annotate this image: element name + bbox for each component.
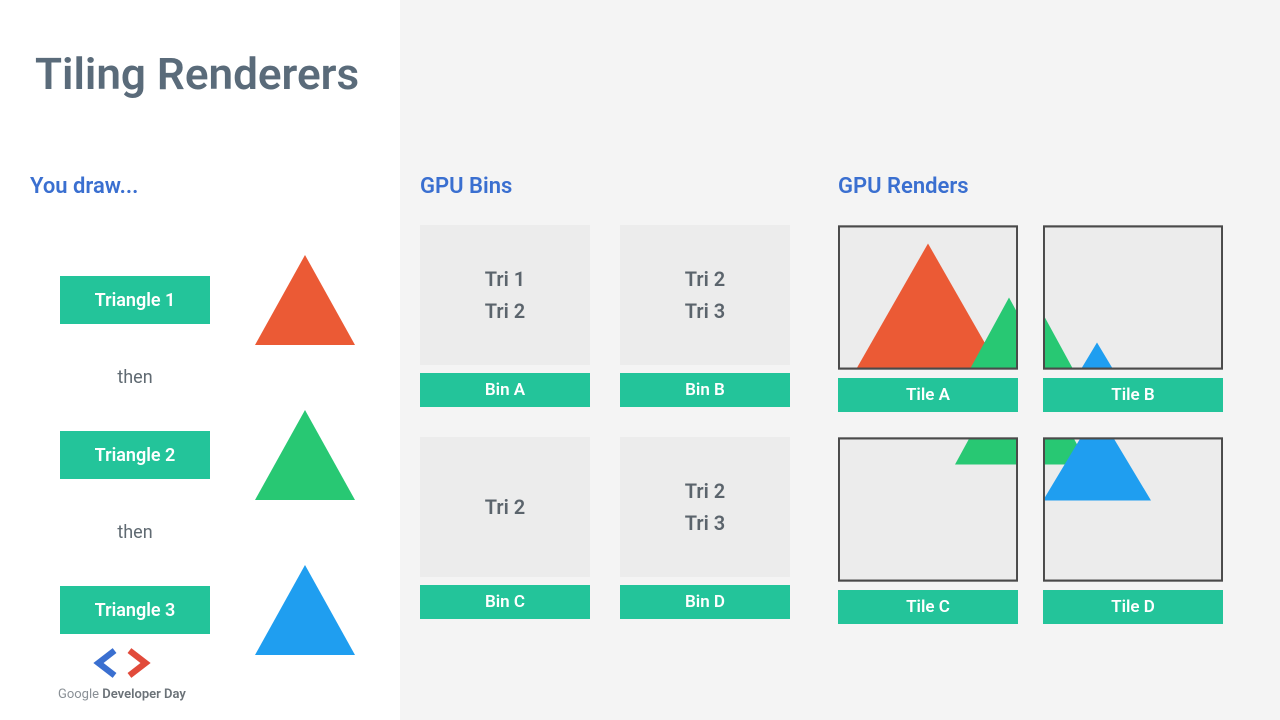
triangle-1-icon	[255, 255, 355, 345]
section-gpu-bins: GPU Bins	[420, 174, 512, 199]
then-1: then	[60, 367, 210, 388]
tile-d: Tile D	[1043, 437, 1223, 624]
then-2: then	[60, 522, 210, 543]
tile-c-render	[838, 437, 1018, 582]
tile-b-render	[1043, 225, 1223, 370]
bin-a-label: Bin A	[420, 373, 590, 407]
triangle-3-icon	[255, 565, 355, 655]
bin-d-label: Bin D	[620, 585, 790, 619]
gpu-renders-column: Tile A Tile B	[838, 225, 1238, 624]
bin-b-tri1: Tri 2	[685, 267, 725, 291]
bin-b: Tri 2 Tri 3 Bin B	[620, 225, 790, 407]
tile-c-label: Tile C	[838, 590, 1018, 624]
triangle-2-icon	[255, 410, 355, 500]
triangle-2-label: Triangle 2	[60, 431, 210, 479]
bin-b-tri2: Tri 3	[685, 299, 725, 323]
tile-b-label: Tile B	[1043, 378, 1223, 412]
section-gpu-renders: GPU Renders	[838, 174, 969, 199]
bin-a-tri2: Tri 2	[485, 299, 525, 323]
bin-c: Tri 2 Bin C	[420, 437, 590, 619]
footer-logo: Google Developer Day	[58, 643, 186, 702]
bin-d-tri2: Tri 3	[685, 511, 725, 535]
footer-google: Google	[58, 687, 99, 702]
tile-d-render	[1043, 437, 1223, 582]
bin-d-tri1: Tri 2	[685, 479, 725, 503]
tile-b: Tile B	[1043, 225, 1223, 412]
you-draw-column: Triangle 1 then Triangle 2 then Triangle…	[60, 255, 380, 655]
bin-a-tri1: Tri 1	[485, 267, 525, 291]
tile-d-label: Tile D	[1043, 590, 1223, 624]
tile-a-render	[838, 225, 1018, 370]
footer-dev: Developer Day	[99, 687, 186, 702]
triangle-1-label: Triangle 1	[60, 276, 210, 324]
bin-a: Tri 1 Tri 2 Bin A	[420, 225, 590, 407]
bin-d: Tri 2 Tri 3 Bin D	[620, 437, 790, 619]
bin-b-label: Bin B	[620, 373, 790, 407]
google-dev-icon	[91, 643, 153, 683]
section-you-draw: You draw...	[30, 174, 138, 199]
tile-c: Tile C	[838, 437, 1018, 624]
gpu-bins-column: Tri 1 Tri 2 Bin A Tri 2 Tri 3 Bin B Tri …	[420, 225, 790, 619]
footer-text: Google Developer Day	[58, 687, 186, 702]
tile-a: Tile A	[838, 225, 1018, 412]
bin-c-label: Bin C	[420, 585, 590, 619]
bin-c-tri1: Tri 2	[485, 495, 525, 519]
tile-a-label: Tile A	[838, 378, 1018, 412]
slide-title: Tiling Renderers	[35, 48, 359, 100]
triangle-3-label: Triangle 3	[60, 586, 210, 634]
